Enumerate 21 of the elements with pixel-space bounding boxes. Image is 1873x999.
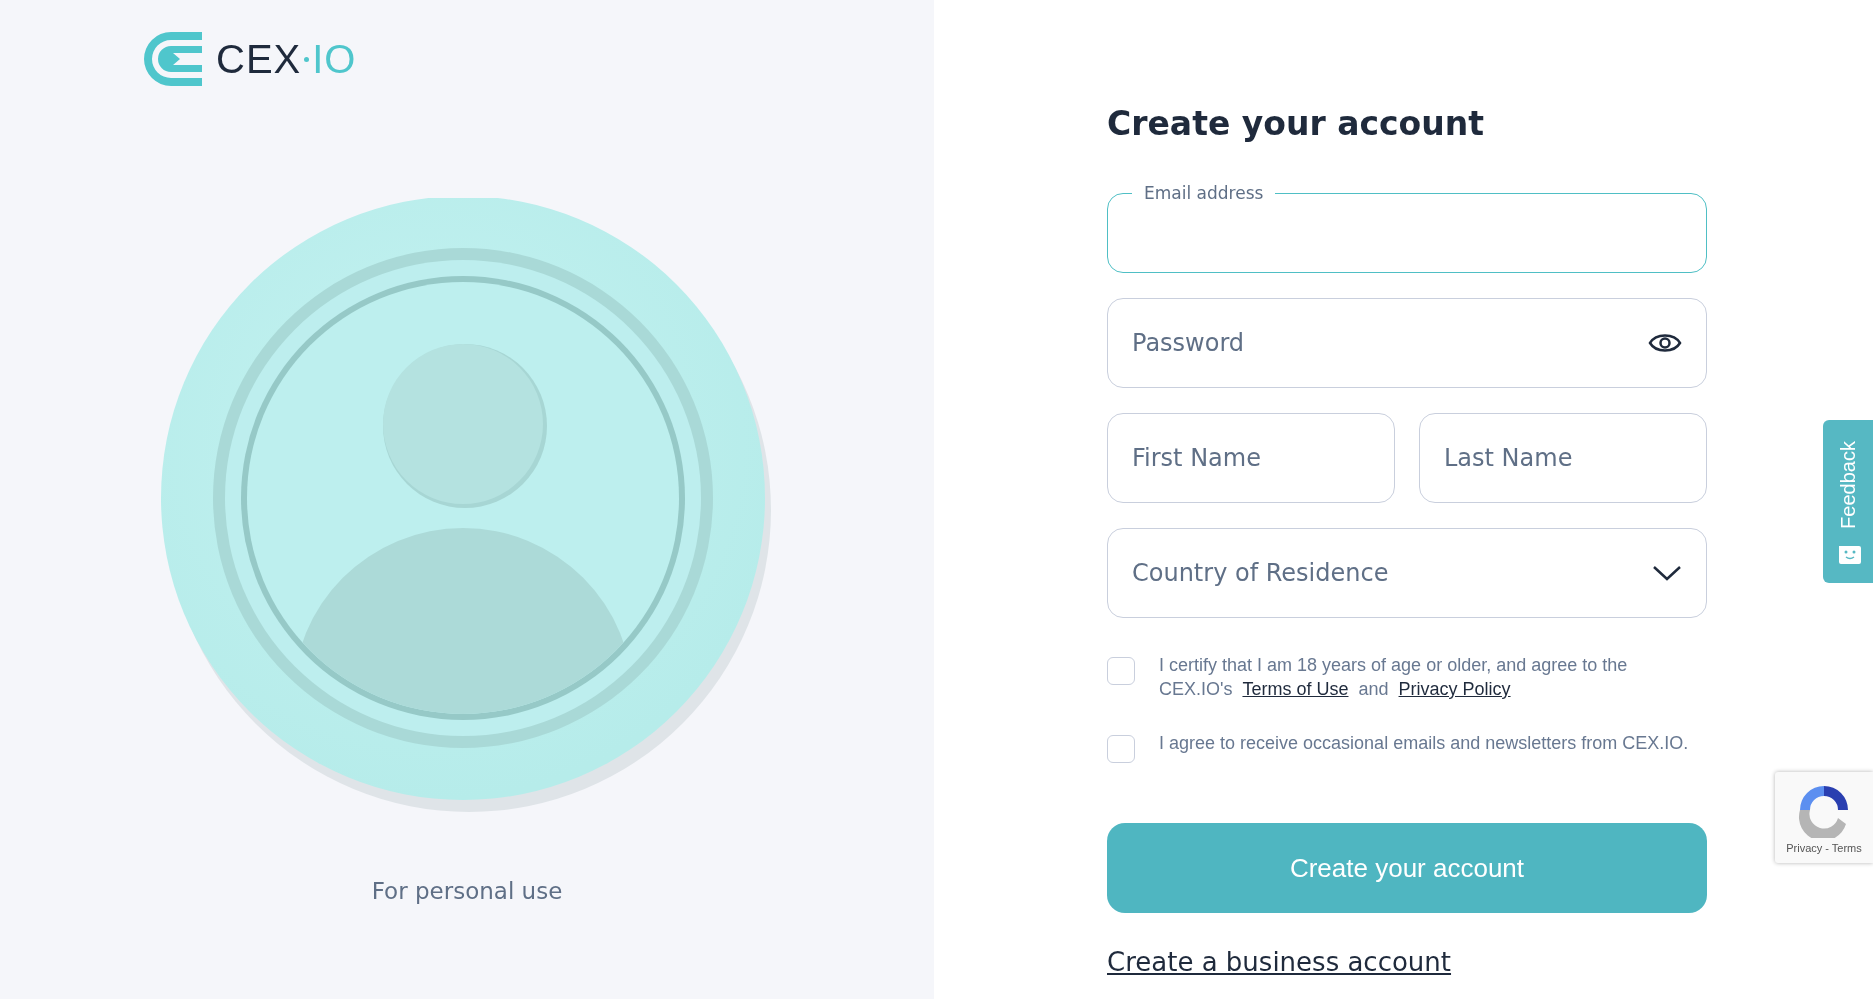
country-select[interactable]: Country of Residence: [1107, 528, 1707, 618]
name-field[interactable]: Last Name: [1419, 413, 1707, 503]
name-field[interactable]: First Name: [1107, 413, 1395, 503]
field-label: Email address: [1143, 183, 1265, 203]
policy-link[interactable]: Privacy Policy: [1398, 679, 1511, 699]
logo-text: IO: [312, 36, 357, 82]
checkbox[interactable]: [1107, 657, 1135, 685]
logo-text: CEX: [216, 36, 302, 82]
consent-text: I agree to receive occasional emails and newsletters from CEX.IO.: [1159, 732, 1689, 755]
form-title: Create your account: [1107, 104, 1486, 143]
password-field[interactable]: Password: [1107, 298, 1707, 388]
logo-dot: [304, 56, 310, 62]
eye-icon[interactable]: [1648, 332, 1682, 354]
chevron-down-icon: [1652, 564, 1682, 582]
email-field[interactable]: Email address: [1107, 183, 1707, 273]
business-account-link[interactable]: Create a business account: [1107, 947, 1452, 977]
caption: For personal use: [371, 878, 563, 904]
consent-text: I certify that I am 18 years of age or older, and agree to the CEX.IO's Terms of Use and Privacy Policy: [1159, 654, 1629, 701]
policy-link[interactable]: Terms of Use: [1242, 679, 1349, 699]
recaptcha-links[interactable]: Privacy - Terms: [1786, 841, 1862, 854]
checkbox[interactable]: [1107, 735, 1135, 763]
